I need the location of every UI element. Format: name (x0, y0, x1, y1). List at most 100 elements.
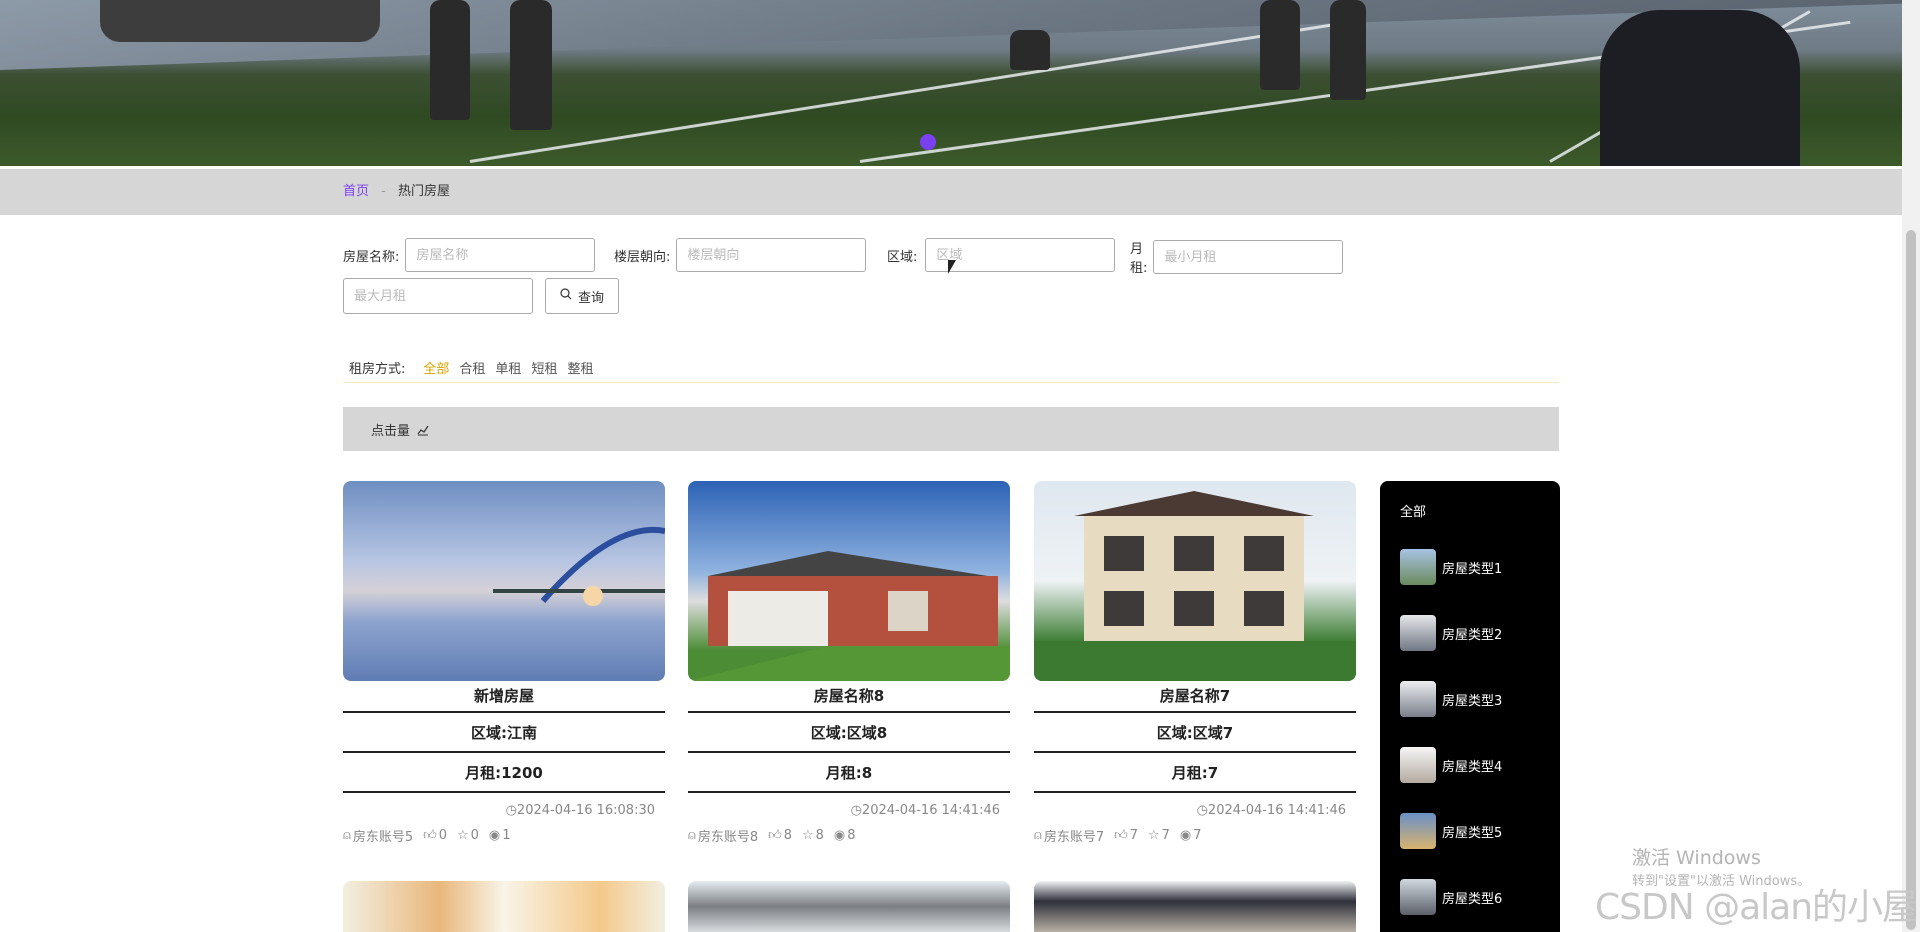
min-rent-input[interactable] (1153, 240, 1344, 274)
owner-name: 房东账号5 (352, 830, 414, 845)
house-image[interactable] (688, 481, 1010, 681)
thumb-up-icon: 👍︎ (1114, 828, 1128, 843)
views: ◉ 1 (489, 826, 511, 845)
likes-count: 0 (438, 828, 447, 843)
banner-car (100, 0, 380, 42)
house-type-item[interactable]: 房屋类型1 (1400, 549, 1502, 585)
search-button[interactable]: 查询 (545, 278, 619, 314)
house-card[interactable] (688, 881, 1010, 932)
user-icon: ⍝ (343, 828, 351, 843)
house-type-item[interactable]: 房屋类型2 (1400, 615, 1502, 651)
search-icon (560, 288, 572, 304)
house-type-thumbnail (1400, 549, 1436, 585)
house-card[interactable]: 房屋名称7 区域:区域7 月租:7 ◷2024-04-16 14:41:46 ⍝… (1034, 481, 1356, 845)
thumb-up-icon: 👍︎ (423, 828, 437, 843)
area-field: 区域: (887, 238, 1116, 272)
rent-mode-label: 租房方式: (349, 361, 406, 377)
owner: ⍝ 房东账号8 (688, 826, 758, 845)
house-title: 房屋名称7 (1034, 681, 1356, 713)
banner-person (430, 0, 470, 120)
house-card[interactable]: 新增房屋 区域:江南 月租:1200 ◷2024-04-16 16:08:30 … (343, 481, 665, 845)
banner-couple (1600, 10, 1800, 166)
house-card[interactable] (1034, 881, 1356, 932)
house-type-item[interactable]: 房屋类型6 (1400, 879, 1502, 915)
house-type-panel: 全部 房屋类型1 房屋类型2 房屋类型3 房屋类型4 房屋类型5 房屋类型6 (1380, 481, 1560, 932)
floor-orientation-input[interactable] (676, 238, 867, 272)
house-type-item[interactable]: 房屋类型3 (1400, 681, 1502, 717)
owner-name: 房东账号8 (697, 830, 759, 845)
star-icon: ☆ (456, 828, 469, 843)
house-meta: ⍝ 房东账号7 👍︎ 7 ☆ 7 ◉ 7 (1034, 826, 1356, 845)
house-image[interactable] (1034, 881, 1356, 932)
breadcrumb-current: 热门房屋 (398, 184, 451, 199)
sort-by-clicks[interactable]: 点击量 (357, 420, 429, 439)
banner-person (1010, 30, 1050, 70)
rent-mode-option-single[interactable]: 单租 (495, 358, 521, 377)
house-image[interactable] (688, 881, 1010, 932)
house-image[interactable] (343, 481, 665, 681)
house-card[interactable] (343, 881, 665, 932)
breadcrumb-separator: - (381, 184, 386, 199)
clock-icon: ◷ (505, 803, 517, 818)
house-title: 房屋名称8 (688, 681, 1010, 713)
house-area: 区域:区域7 (1034, 715, 1356, 753)
max-rent-field (343, 278, 533, 314)
breadcrumb-bar: 首页 - 热门房屋 (0, 169, 1902, 215)
house-image[interactable] (343, 881, 665, 932)
scrollbar-thumb[interactable] (1906, 230, 1916, 930)
user-icon: ⍝ (1034, 828, 1042, 843)
hero-banner (0, 0, 1902, 166)
house-name-field: 房屋名称: (343, 238, 596, 272)
house-type-label: 房屋类型6 (1442, 891, 1503, 907)
thumb-up-icon: 👍︎ (768, 828, 782, 843)
user-icon: ⍝ (688, 828, 696, 843)
house-type-all[interactable]: 全部 (1400, 501, 1426, 520)
search-button-label: 查询 (577, 290, 604, 306)
floor-orientation-field: 楼层朝向: (614, 238, 867, 272)
house-date: ◷2024-04-16 14:41:46 (1034, 803, 1356, 818)
rent-mode-option-all[interactable]: 全部 (423, 358, 449, 377)
house-area: 区域:区域8 (688, 715, 1010, 753)
rent-mode-filter: 租房方式: 全部 合租 单租 短租 整租 (343, 352, 1559, 383)
owner: ⍝ 房东账号7 (1034, 826, 1104, 845)
rent-mode-option-shared[interactable]: 合租 (459, 358, 485, 377)
carousel-dot[interactable] (920, 134, 936, 150)
house-date-value: 2024-04-16 14:41:46 (1207, 803, 1346, 818)
sort-icon (417, 425, 429, 435)
house-rent: 月租:7 (1034, 755, 1356, 793)
house-type-label: 房屋类型1 (1442, 561, 1503, 577)
eye-icon: ◉ (1179, 828, 1192, 843)
page-scrollbar[interactable] (1902, 0, 1920, 932)
views: ◉ 8 (834, 826, 856, 845)
rent-mode-option-short[interactable]: 短租 (531, 358, 557, 377)
house-type-thumbnail (1400, 813, 1436, 849)
stars-count: 8 (815, 828, 824, 843)
likes[interactable]: 👍︎ 0 (423, 826, 447, 845)
likes[interactable]: 👍︎ 7 (1114, 826, 1138, 845)
views-count: 7 (1193, 828, 1202, 843)
house-name-label: 房屋名称: (343, 249, 400, 265)
house-type-thumbnail (1400, 681, 1436, 717)
house-type-label: 房屋类型3 (1442, 693, 1503, 709)
house-name-input[interactable] (405, 238, 596, 272)
eye-icon: ◉ (488, 828, 501, 843)
house-rent: 月租:1200 (343, 755, 665, 793)
banner-person (1260, 0, 1300, 90)
mouse-cursor-icon (948, 260, 956, 274)
likes-count: 7 (1129, 828, 1138, 843)
stars[interactable]: ☆ 8 (802, 826, 824, 845)
house-card[interactable]: 房屋名称8 区域:区域8 月租:8 ◷2024-04-16 14:41:46 ⍝… (688, 481, 1010, 845)
stars[interactable]: ☆ 7 (1148, 826, 1170, 845)
house-image[interactable] (1034, 481, 1356, 681)
stars[interactable]: ☆ 0 (457, 826, 479, 845)
house-type-item[interactable]: 房屋类型5 (1400, 813, 1502, 849)
house-type-thumbnail (1400, 615, 1436, 651)
house-date: ◷2024-04-16 16:08:30 (343, 803, 665, 818)
likes[interactable]: 👍︎ 8 (768, 826, 792, 845)
breadcrumb-home[interactable]: 首页 (343, 184, 369, 199)
rent-mode-option-whole[interactable]: 整租 (567, 358, 593, 377)
min-rent-field: 月租: (1130, 238, 1344, 276)
house-type-thumbnail (1400, 879, 1436, 915)
max-rent-input[interactable] (343, 278, 533, 314)
house-type-item[interactable]: 房屋类型4 (1400, 747, 1502, 783)
